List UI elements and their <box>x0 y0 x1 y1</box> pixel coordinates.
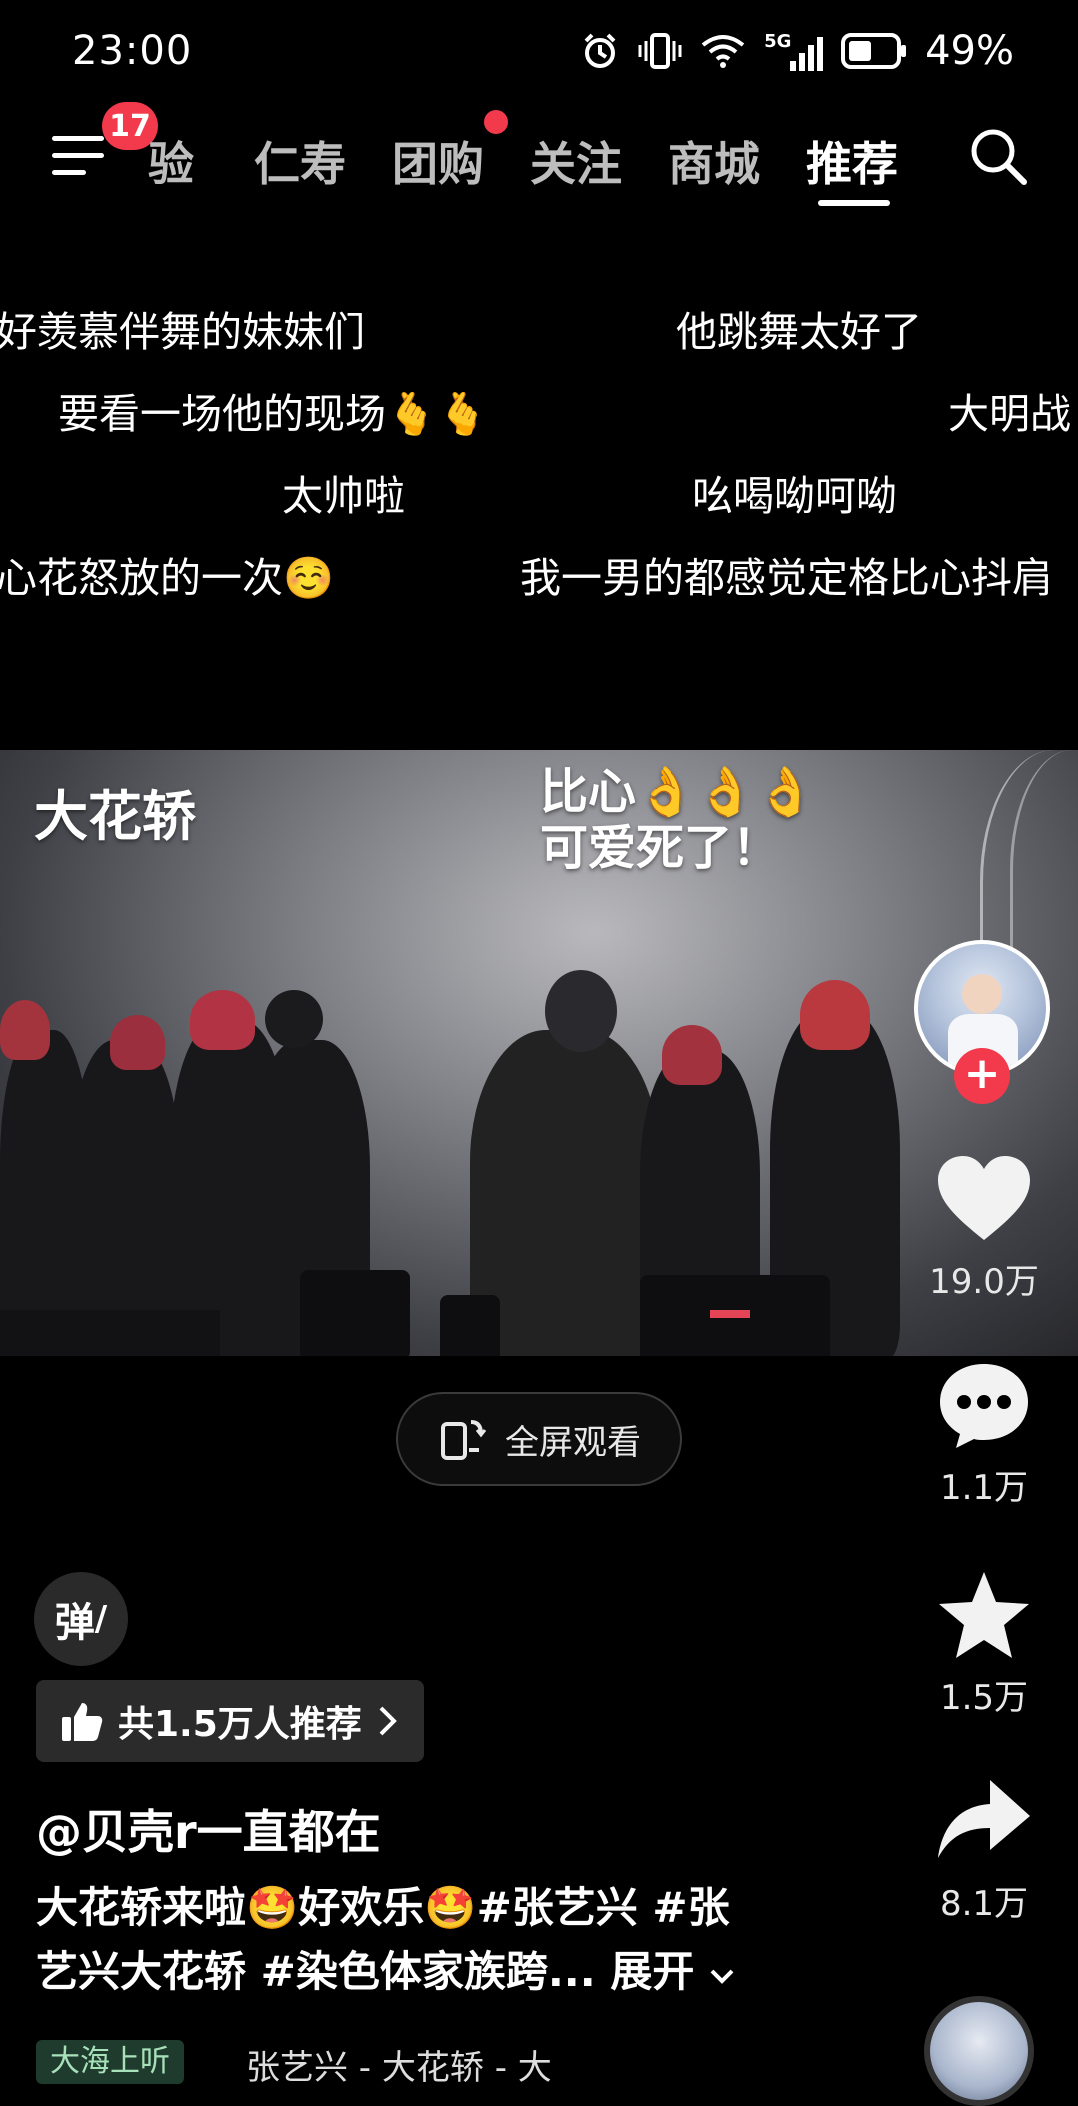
tab-group-buy-dot <box>484 110 508 134</box>
danmaku-toggle-label: 弹 <box>54 1600 95 1646</box>
music-disc[interactable] <box>924 1996 1034 2106</box>
menu-icon <box>52 136 104 141</box>
share-arrow-icon <box>938 1780 1030 1858</box>
tab-mall[interactable]: 商城 <box>668 128 760 194</box>
tab-recommend[interactable]: 推荐 <box>806 128 898 194</box>
description-line1: 大花轿来啦🤩好欢乐🤩#张艺兴 #张 <box>36 1883 730 1932</box>
danmaku-comment: 大明战 <box>948 390 1071 438</box>
video-title-overlay: 大花轿 <box>34 785 196 848</box>
active-tab-indicator <box>818 200 890 206</box>
search-button[interactable] <box>966 124 1030 188</box>
danmaku-comment: 他跳舞太好了 <box>676 308 922 356</box>
comment-icon <box>940 1364 1028 1448</box>
tab-experience[interactable]: 验 <box>148 128 194 194</box>
danmaku-toggle-button[interactable]: 弹 / <box>34 1572 128 1666</box>
fullscreen-button[interactable]: 全屏观看 <box>396 1392 682 1486</box>
signal-icon: 5G <box>764 31 824 71</box>
fullscreen-label: 全屏观看 <box>505 1422 641 1463</box>
danmaku-comment: 吆喝呦呵呦 <box>692 472 897 520</box>
thumbs-up-icon <box>62 1703 103 1741</box>
video-player[interactable]: 大花轿 比心👌👌👌 可爱死了！ <box>0 750 1078 1356</box>
status-time: 23:00 <box>72 28 193 74</box>
music-tag[interactable]: 大海上听 <box>36 2040 184 2084</box>
alarm-icon <box>584 33 616 68</box>
recommend-pill[interactable]: 共1.5万人推荐 <box>36 1680 424 1762</box>
danmaku-comment: 我一男的都感觉定格比心抖肩 <box>520 554 1053 602</box>
author-name[interactable]: @贝壳r一直都在 <box>36 1796 381 1862</box>
follow-button[interactable]: + <box>954 1048 1010 1104</box>
like-count: 19.0万 <box>929 1262 1039 1302</box>
danmaku-comment: 心花怒放的一次☺️ <box>0 554 335 602</box>
chevron-down-icon <box>710 1969 734 1984</box>
danmaku-comment: 好羡慕伴舞的妹妹们 <box>0 308 365 356</box>
vibrate-icon <box>638 33 682 69</box>
video-caption: 比心👌👌👌 可爱死了！ <box>540 764 815 876</box>
battery-percent: 49% <box>925 28 1014 74</box>
star-icon <box>939 1572 1029 1658</box>
chevron-right-icon <box>379 1706 397 1736</box>
battery-icon <box>841 33 907 69</box>
wifi-icon <box>701 35 745 68</box>
search-icon <box>971 129 1027 185</box>
share-button[interactable]: 8.1万 <box>924 1776 1044 1925</box>
favorite-count: 1.5万 <box>939 1678 1029 1718</box>
share-count: 8.1万 <box>939 1884 1029 1924</box>
expand-button[interactable]: 展开 <box>610 1947 735 1996</box>
menu-button[interactable] <box>52 128 108 184</box>
post-description[interactable]: 大花轿来啦🤩好欢乐🤩#张艺兴 #张 艺兴大花轿 #染色体家族跨... 展开 <box>36 1876 796 2004</box>
recommend-label: 共1.5万人推荐 <box>118 1704 362 1745</box>
rotate-fullscreen-icon <box>441 1420 487 1460</box>
comment-button[interactable]: 1.1万 <box>924 1360 1044 1509</box>
video-caption-line2: 可爱死了！ <box>540 820 781 876</box>
like-button[interactable]: 19.0万 <box>924 1154 1044 1303</box>
tab-group-buy[interactable]: 团购 <box>392 128 484 194</box>
video-caption-line1: 比心👌👌👌 <box>540 764 816 820</box>
tab-following[interactable]: 关注 <box>530 128 622 194</box>
expand-label: 展开 <box>610 1947 695 1996</box>
favorite-button[interactable]: 1.5万 <box>924 1570 1044 1719</box>
description-line2: 艺兴大花轿 #染色体家族跨... <box>36 1947 596 1996</box>
tab-renshou[interactable]: 仁寿 <box>254 128 346 194</box>
danmaku-comment: 要看一场他的现场🫰🫰 <box>58 390 489 438</box>
network-type: 5G <box>764 31 792 52</box>
status-icons: 5G 49% <box>580 28 1014 74</box>
heart-icon <box>938 1156 1030 1240</box>
danmaku-comment: 太帅啦 <box>282 472 405 520</box>
comment-count: 1.1万 <box>939 1468 1029 1508</box>
